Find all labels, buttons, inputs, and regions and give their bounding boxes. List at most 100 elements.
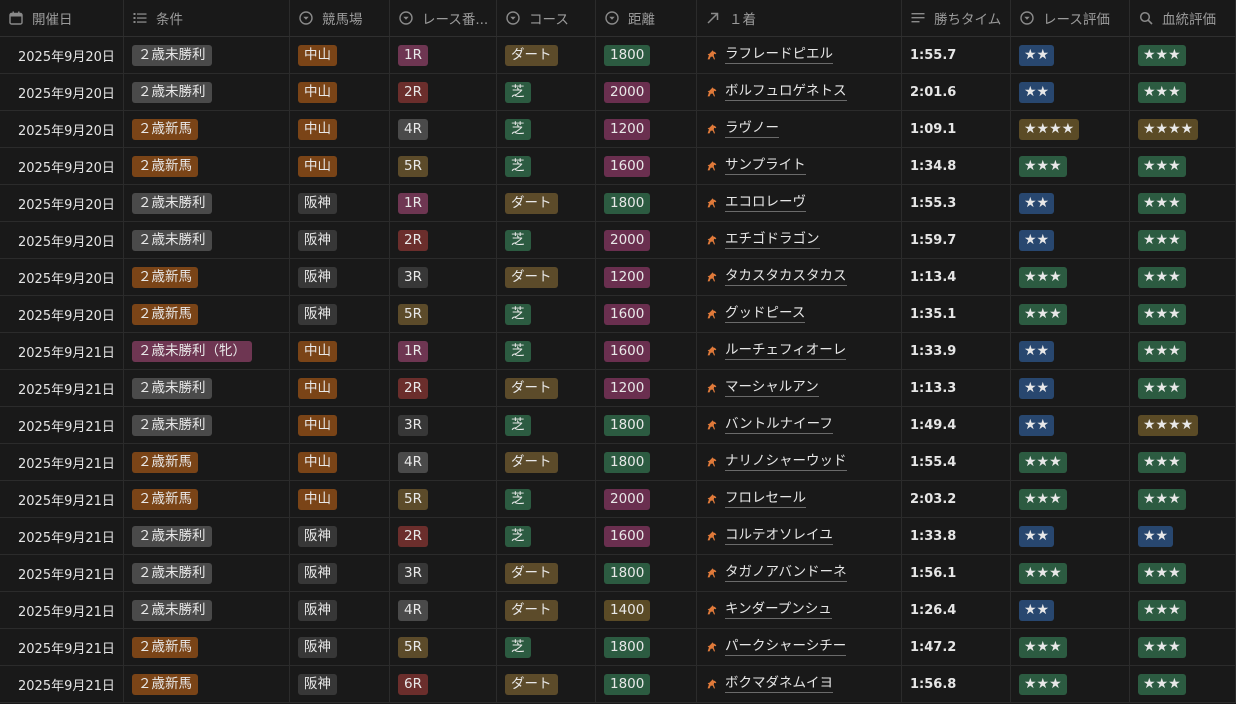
venue-cell[interactable]: 阪神 [290,592,390,628]
blood-eval-cell[interactable]: ★★★ [1130,148,1236,184]
venue-cell[interactable]: 阪神 [290,185,390,221]
table-row[interactable]: 2025年9月21日 ２歳未勝利 中山 3R 芝 1800 バントルナイーフ 1… [0,407,1236,444]
venue-cell[interactable]: 阪神 [290,666,390,702]
condition-cell[interactable]: ２歳未勝利 [124,407,290,443]
winner-link[interactable]: ナリノシャーウッド [705,453,847,471]
race-number-cell[interactable]: 3R [390,407,497,443]
winner-cell[interactable]: タカスタカスタカス [697,259,902,295]
table-row[interactable]: 2025年9月21日 ２歳新馬 中山 4R ダート 1800 ナリノシャーウッド… [0,444,1236,481]
condition-cell[interactable]: ２歳未勝利 [124,222,290,258]
race-eval-cell[interactable]: ★★★ [1011,555,1130,591]
blood-eval-cell[interactable]: ★★★ [1130,333,1236,369]
venue-cell[interactable]: 中山 [290,37,390,73]
time-cell[interactable]: 1:56.8 [902,666,1011,702]
distance-cell[interactable]: 1800 [596,444,697,480]
race-number-cell[interactable]: 5R [390,629,497,665]
winner-link[interactable]: コルテオソレイユ [705,527,833,545]
table-row[interactable]: 2025年9月20日 ２歳新馬 阪神 5R 芝 1600 グッドピース 1:35… [0,296,1236,333]
venue-cell[interactable]: 阪神 [290,518,390,554]
table-row[interactable]: 2025年9月21日 ２歳新馬 中山 5R 芝 2000 フロレセール 2:03… [0,481,1236,518]
distance-cell[interactable]: 1800 [596,407,697,443]
column-header-venue[interactable]: 競馬場 [290,0,390,36]
table-row[interactable]: 2025年9月20日 ２歳未勝利 阪神 2R 芝 2000 エチゴドラゴン 1:… [0,222,1236,259]
winner-cell[interactable]: ボクマダネムイヨ [697,666,902,702]
venue-cell[interactable]: 中山 [290,333,390,369]
distance-cell[interactable]: 1800 [596,629,697,665]
time-cell[interactable]: 1:09.1 [902,111,1011,147]
venue-cell[interactable]: 中山 [290,111,390,147]
condition-cell[interactable]: ２歳新馬 [124,148,290,184]
winner-link[interactable]: ルーチェフィオーレ [705,342,847,360]
table-row[interactable]: 2025年9月21日 ２歳新馬 阪神 6R ダート 1800 ボクマダネムイヨ … [0,666,1236,703]
distance-cell[interactable]: 1800 [596,666,697,702]
column-header-condition[interactable]: 条件 [124,0,290,36]
winner-cell[interactable]: サンプライト [697,148,902,184]
race-number-cell[interactable]: 2R [390,370,497,406]
blood-eval-cell[interactable]: ★★★ [1130,222,1236,258]
winner-cell[interactable]: バントルナイーフ [697,407,902,443]
course-cell[interactable]: ダート [497,444,596,480]
date-cell[interactable]: 2025年9月21日 [0,333,124,369]
blood-eval-cell[interactable]: ★★ [1130,518,1236,554]
distance-cell[interactable]: 1800 [596,37,697,73]
winner-link[interactable]: キンダープンシュ [705,601,832,619]
race-number-cell[interactable]: 4R [390,592,497,628]
course-cell[interactable]: 芝 [497,296,596,332]
condition-cell[interactable]: ２歳未勝利 [124,370,290,406]
condition-cell[interactable]: ２歳新馬 [124,444,290,480]
race-eval-cell[interactable]: ★★★ [1011,148,1130,184]
table-row[interactable]: 2025年9月21日 ２歳未勝利 阪神 2R 芝 1600 コルテオソレイユ 1… [0,518,1236,555]
race-number-cell[interactable]: 5R [390,481,497,517]
course-cell[interactable]: 芝 [497,518,596,554]
winner-link[interactable]: サンプライト [705,157,806,175]
time-cell[interactable]: 1:47.2 [902,629,1011,665]
table-row[interactable]: 2025年9月20日 ２歳新馬 中山 4R 芝 1200 ラヴノー 1:09.1… [0,111,1236,148]
winner-link[interactable]: ボルフュロゲネトス [705,83,847,101]
distance-cell[interactable]: 1600 [596,148,697,184]
winner-cell[interactable]: マーシャルアン [697,370,902,406]
winner-cell[interactable]: ルーチェフィオーレ [697,333,902,369]
course-cell[interactable]: ダート [497,259,596,295]
condition-cell[interactable]: ２歳未勝利 [124,555,290,591]
race-number-cell[interactable]: 1R [390,333,497,369]
date-cell[interactable]: 2025年9月20日 [0,185,124,221]
venue-cell[interactable]: 中山 [290,481,390,517]
course-cell[interactable]: 芝 [497,407,596,443]
winner-cell[interactable]: ナリノシャーウッド [697,444,902,480]
column-header-blood-eval[interactable]: 血統評価 [1130,0,1236,36]
course-cell[interactable]: 芝 [497,481,596,517]
race-eval-cell[interactable]: ★★ [1011,37,1130,73]
table-row[interactable]: 2025年9月21日 ２歳新馬 阪神 5R 芝 1800 パークシャーシチー 1… [0,629,1236,666]
condition-cell[interactable]: ２歳新馬 [124,296,290,332]
race-number-cell[interactable]: 5R [390,296,497,332]
time-cell[interactable]: 1:33.8 [902,518,1011,554]
race-eval-cell[interactable]: ★★ [1011,74,1130,110]
course-cell[interactable]: 芝 [497,629,596,665]
date-cell[interactable]: 2025年9月21日 [0,407,124,443]
condition-cell[interactable]: ２歳未勝利 [124,592,290,628]
winner-link[interactable]: ラフレードピエル [705,46,833,64]
time-cell[interactable]: 1:55.3 [902,185,1011,221]
course-cell[interactable]: ダート [497,666,596,702]
winner-link[interactable]: パークシャーシチー [705,638,847,656]
course-cell[interactable]: ダート [497,555,596,591]
table-row[interactable]: 2025年9月20日 ２歳未勝利 阪神 1R ダート 1800 エコロレーヴ 1… [0,185,1236,222]
distance-cell[interactable]: 1800 [596,185,697,221]
winner-link[interactable]: ボクマダネムイヨ [705,675,833,693]
time-cell[interactable]: 1:26.4 [902,592,1011,628]
course-cell[interactable]: 芝 [497,222,596,258]
time-cell[interactable]: 2:03.2 [902,481,1011,517]
race-number-cell[interactable]: 1R [390,37,497,73]
race-eval-cell[interactable]: ★★ [1011,592,1130,628]
time-cell[interactable]: 2:01.6 [902,74,1011,110]
winner-cell[interactable]: パークシャーシチー [697,629,902,665]
blood-eval-cell[interactable]: ★★★ [1130,296,1236,332]
venue-cell[interactable]: 中山 [290,74,390,110]
race-number-cell[interactable]: 4R [390,444,497,480]
distance-cell[interactable]: 1400 [596,592,697,628]
blood-eval-cell[interactable]: ★★★★ [1130,111,1236,147]
winner-link[interactable]: バントルナイーフ [705,416,833,434]
condition-cell[interactable]: ２歳新馬 [124,259,290,295]
blood-eval-cell[interactable]: ★★★ [1130,666,1236,702]
date-cell[interactable]: 2025年9月20日 [0,148,124,184]
